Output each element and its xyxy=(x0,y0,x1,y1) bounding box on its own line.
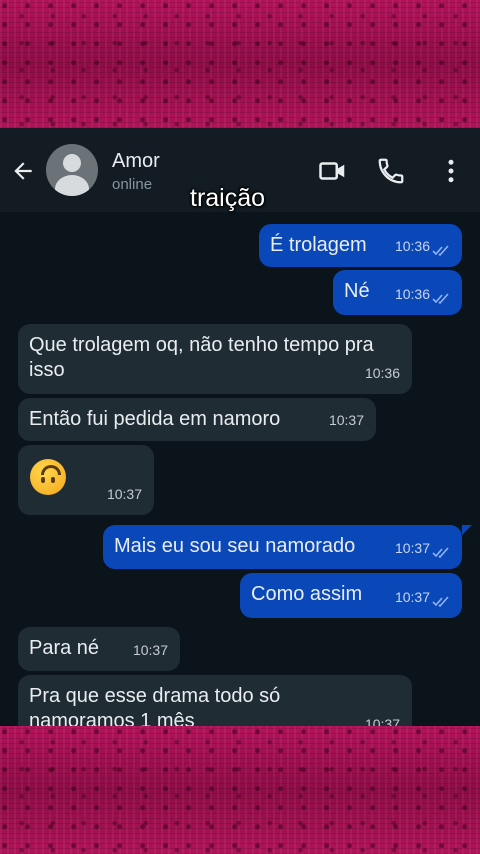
message-time: 10:36 xyxy=(394,238,430,254)
message-time: 10:37 xyxy=(394,589,430,605)
message-text: Então fui pedida em namoro xyxy=(29,408,281,430)
message-incoming[interactable]: Para né 10:37 xyxy=(18,627,180,671)
decorative-background-top xyxy=(0,0,480,128)
message-time: 10:37 xyxy=(328,412,364,428)
double-check-icon xyxy=(432,596,449,608)
message-text: Né xyxy=(344,280,370,302)
chat-screen: Amor online traição É trolagem 10:36 Né … xyxy=(0,128,480,726)
message-outgoing[interactable]: Né 10:36 xyxy=(333,270,462,315)
message-incoming[interactable]: Pra que esse drama todo só namoramos 1 m… xyxy=(18,675,412,726)
more-vertical-icon[interactable] xyxy=(436,156,466,186)
video-call-icon[interactable] xyxy=(318,156,348,186)
arrow-left-icon[interactable] xyxy=(10,158,36,184)
contact-status: online xyxy=(112,176,153,193)
message-text: Mais eu sou seu namorado xyxy=(114,535,356,557)
decorative-background-bottom xyxy=(0,726,480,854)
bubble-tail xyxy=(462,525,472,535)
message-time: 10:37 xyxy=(132,642,168,658)
message-incoming[interactable]: Então fui pedida em namoro 10:37 xyxy=(18,398,376,441)
message-incoming[interactable]: 10:37 xyxy=(18,445,154,515)
phone-icon[interactable] xyxy=(376,156,406,186)
message-outgoing[interactable]: É trolagem 10:36 xyxy=(259,224,462,267)
message-time: 10:36 xyxy=(394,286,430,302)
message-text-line-1: Pra que esse drama todo só xyxy=(29,685,281,707)
message-outgoing[interactable]: Como assim 10:37 xyxy=(240,573,462,618)
upside-down-face-emoji xyxy=(30,459,66,495)
message-text: Como assim xyxy=(251,583,363,605)
message-time: 10:36 xyxy=(364,365,400,381)
message-text-line-1: Que trolagem oq, não tenho tempo pra xyxy=(29,334,374,356)
message-time: 10:37 xyxy=(364,716,400,726)
message-outgoing[interactable]: Mais eu sou seu namorado 10:37 xyxy=(103,525,462,569)
message-text-line-2: namoramos 1 mês xyxy=(29,710,195,726)
message-incoming[interactable]: Que trolagem oq, não tenho tempo pra iss… xyxy=(18,324,412,394)
double-check-icon xyxy=(432,245,449,257)
message-text: Para né xyxy=(29,637,100,659)
message-time: 10:37 xyxy=(106,486,142,502)
video-overlay-title: traição xyxy=(190,184,266,212)
message-text: É trolagem xyxy=(270,234,367,256)
double-check-icon xyxy=(432,293,449,305)
contact-name[interactable]: Amor xyxy=(112,150,160,173)
double-check-icon xyxy=(432,547,449,559)
message-text-line-2: isso xyxy=(29,359,65,381)
default-avatar-icon[interactable] xyxy=(46,144,98,196)
message-time: 10:37 xyxy=(394,540,430,556)
